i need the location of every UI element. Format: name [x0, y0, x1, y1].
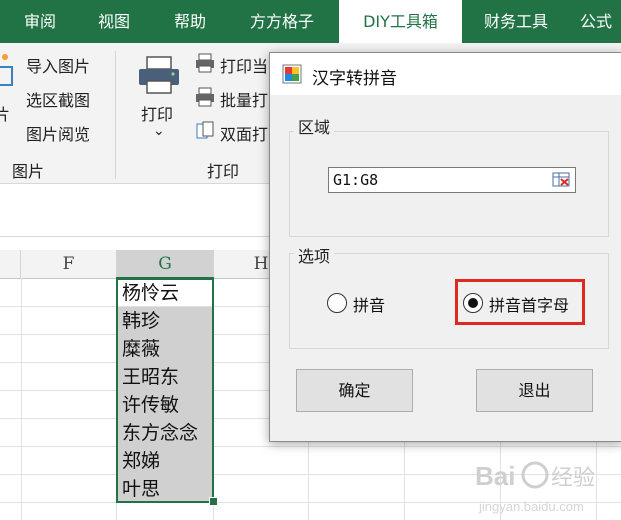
print-group-label: 打印 [207, 162, 240, 181]
chevron-down-icon[interactable]: ⌄ [153, 123, 165, 139]
group-separator [115, 51, 116, 179]
print-button[interactable]: 打印 [141, 101, 173, 125]
tab-finance-tools[interactable]: 财务工具 [470, 0, 562, 43]
exit-button[interactable]: 退出 [476, 369, 593, 412]
dialog-titlebar[interactable]: 汉字转拼音 [270, 53, 621, 95]
column-header-f[interactable]: F [21, 250, 117, 279]
image-viewer-button[interactable]: 图片阅览 [26, 121, 90, 145]
tab-fangfang[interactable]: 方方格子 [232, 0, 332, 43]
batch-print-button[interactable]: 批量打 [220, 87, 268, 111]
duplex-print-icon [196, 121, 214, 139]
cell-g1[interactable]: 杨怜云 [117, 279, 213, 307]
svg-text:jingyan.baidu.com: jingyan.baidu.com [478, 499, 584, 514]
cell-g3[interactable]: 糜薇 [117, 335, 213, 363]
tab-formulas[interactable]: 公式 [580, 0, 621, 43]
ribbon-tab-bar: 审阅 视图 帮助 方方格子 DIY工具箱 财务工具 公式 [0, 0, 621, 43]
cell-g4[interactable]: 王昭东 [117, 363, 213, 391]
range-input[interactable]: G1:G8 [328, 167, 576, 193]
printer-icon[interactable] [137, 55, 181, 95]
radio-pinyin-initials-label[interactable]: 拼音首字母 [489, 292, 569, 316]
grid-line [21, 278, 22, 520]
range-group-label: 区域 [294, 114, 335, 138]
batch-print-icon [196, 87, 214, 107]
duplex-print-button[interactable]: 双面打 [220, 121, 268, 145]
image-icon[interactable] [0, 53, 14, 93]
column-header-partial [0, 250, 21, 279]
print-current-icon [196, 53, 214, 73]
radio-pinyin[interactable] [327, 293, 347, 313]
ok-button[interactable]: 确定 [296, 369, 413, 412]
cell-g6[interactable]: 东方念念 [117, 419, 213, 447]
tab-diy-toolbox[interactable]: DIY工具箱 [339, 0, 462, 43]
cell-g2[interactable]: 韩珍 [117, 307, 213, 335]
column-header-g[interactable]: G [117, 250, 214, 280]
radio-pinyin-label[interactable]: 拼音 [353, 292, 385, 316]
image-button-partial-label[interactable]: 片 [0, 101, 10, 125]
region-screenshot-button[interactable]: 选区截图 [26, 87, 90, 111]
tab-help[interactable]: 帮助 [158, 0, 222, 43]
cell-g5[interactable]: 许传敏 [117, 391, 213, 419]
app-icon [282, 64, 302, 84]
radio-selected-dot [468, 298, 478, 308]
range-select-icon[interactable] [552, 171, 572, 189]
cell-g8[interactable]: 叶思 [117, 475, 213, 503]
baidu-watermark-logo: Bai 经验 jingyan.baidu.com [475, 461, 595, 514]
fill-handle[interactable] [209, 497, 218, 506]
pinyin-dialog: 汉字转拼音 区域 G1:G8 选项 拼音 拼音首字母 确定 退出 [269, 52, 621, 442]
svg-text:Bai: Bai [475, 461, 515, 491]
image-group-label: 图片 [12, 162, 45, 181]
dialog-title: 汉字转拼音 [312, 69, 397, 89]
options-group-label: 选项 [294, 243, 335, 267]
grid-line [213, 278, 214, 520]
range-input-value: G1:G8 [333, 171, 379, 189]
import-image-button[interactable]: 导入图片 [26, 53, 90, 77]
tab-review[interactable]: 审阅 [8, 0, 72, 43]
tab-view[interactable]: 视图 [82, 0, 146, 43]
cell-g7[interactable]: 郑娣 [117, 447, 213, 475]
svg-text:经验: 经验 [551, 465, 595, 490]
radio-pinyin-initials[interactable] [463, 293, 483, 313]
print-current-button[interactable]: 打印当 [220, 53, 268, 77]
